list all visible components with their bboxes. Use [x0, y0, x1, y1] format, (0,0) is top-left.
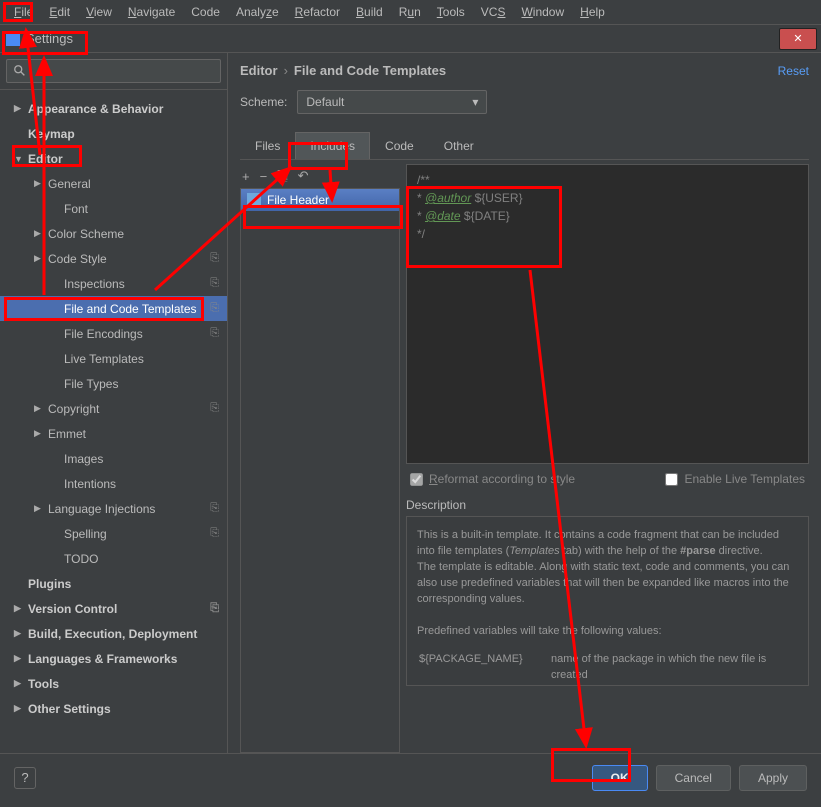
description-box: This is a built-in template. It contains… — [406, 516, 809, 686]
tab-includes[interactable]: Includes — [295, 132, 370, 159]
reset-link[interactable]: Reset — [778, 64, 809, 78]
list-item[interactable]: File Header — [241, 189, 399, 211]
add-button[interactable]: + — [242, 169, 250, 184]
tree-item[interactable]: ▶Emmet — [0, 421, 227, 446]
app-icon — [6, 32, 20, 46]
revert-button[interactable]: ↶ — [298, 168, 309, 184]
tree-item[interactable]: ▶Color Scheme — [0, 221, 227, 246]
settings-content: Editor›File and Code Templates Reset Sch… — [228, 53, 821, 753]
tab-files[interactable]: Files — [240, 132, 295, 159]
remove-button[interactable]: − — [260, 169, 268, 184]
tree-item[interactable]: ▶General — [0, 171, 227, 196]
tree-item[interactable]: Keymap — [0, 121, 227, 146]
tree-item[interactable]: Plugins — [0, 571, 227, 596]
tree-item[interactable]: Images — [0, 446, 227, 471]
tab-other[interactable]: Other — [429, 132, 489, 159]
menu-help[interactable]: Help — [572, 1, 613, 23]
tree-item[interactable]: Intentions — [0, 471, 227, 496]
copy-button[interactable]: ⎘ — [277, 168, 287, 184]
tree-item[interactable]: ▶Code Style⎘ — [0, 246, 227, 271]
tree-item[interactable]: ▶Version Control⎘ — [0, 596, 227, 621]
copy-icon: ⎘ — [210, 327, 219, 340]
copy-icon: ⎘ — [210, 527, 219, 540]
menu-code[interactable]: Code — [183, 1, 228, 23]
menu-window[interactable]: Window — [513, 1, 572, 23]
menu-build[interactable]: Build — [348, 1, 391, 23]
scheme-select[interactable]: Default▾ — [297, 90, 487, 114]
tree-item[interactable]: ▶Build, Execution, Deployment — [0, 621, 227, 646]
tree-item[interactable]: File and Code Templates⎘ — [0, 296, 227, 321]
close-button[interactable]: ✕ — [779, 28, 817, 50]
copy-icon: ⎘ — [210, 502, 219, 515]
dialog-footer: ? OK Cancel Apply — [0, 753, 821, 801]
menu-vcs[interactable]: VCS — [473, 1, 514, 23]
copy-icon: ⎘ — [210, 277, 219, 290]
tree-item[interactable]: ▶Languages & Frameworks — [0, 646, 227, 671]
tree-item[interactable]: ▶Appearance & Behavior — [0, 96, 227, 121]
tree-item[interactable]: TODO — [0, 546, 227, 571]
settings-sidebar: ▶Appearance & BehaviorKeymap▼Editor▶Gene… — [0, 53, 228, 753]
reformat-checkbox[interactable]: Reformat according to style — [410, 472, 575, 486]
menu-run[interactable]: Run — [391, 1, 429, 23]
menu-file[interactable]: File — [6, 1, 41, 23]
template-list[interactable]: File Header — [240, 188, 400, 753]
live-templates-checkbox[interactable]: Enable Live Templates — [665, 472, 805, 486]
tree-item[interactable]: ▶Copyright⎘ — [0, 396, 227, 421]
menu-analyze[interactable]: Analyze — [228, 1, 287, 23]
tree-item[interactable]: ▶Language Injections⎘ — [0, 496, 227, 521]
tree-item[interactable]: File Encodings⎘ — [0, 321, 227, 346]
copy-icon: ⎘ — [210, 602, 219, 615]
template-tabs: FilesIncludesCodeOther — [240, 132, 809, 160]
description-label: Description — [406, 498, 809, 512]
copy-icon: ⎘ — [210, 402, 219, 415]
scheme-label: Scheme: — [240, 95, 287, 109]
tree-item[interactable]: ▶Other Settings — [0, 696, 227, 721]
copy-icon: ⎘ — [210, 302, 219, 315]
tree-item[interactable]: ▼Editor — [0, 146, 227, 171]
tab-code[interactable]: Code — [370, 132, 429, 159]
tree-item[interactable]: Spelling⎘ — [0, 521, 227, 546]
tree-item[interactable]: ▶Tools — [0, 671, 227, 696]
settings-tree[interactable]: ▶Appearance & BehaviorKeymap▼Editor▶Gene… — [0, 90, 227, 753]
menu-tools[interactable]: Tools — [429, 1, 473, 23]
menu-edit[interactable]: Edit — [41, 1, 78, 23]
list-toolbar: + − ⎘ ↶ — [240, 164, 400, 188]
titlebar: Settings ✕ — [0, 25, 821, 53]
window-title: Settings — [26, 31, 73, 46]
template-editor[interactable]: /** * @author ${USER} * @date ${DATE} */ — [406, 164, 809, 464]
tree-item[interactable]: Live Templates — [0, 346, 227, 371]
cancel-button[interactable]: Cancel — [656, 765, 731, 791]
tree-item[interactable]: File Types — [0, 371, 227, 396]
menu-refactor[interactable]: Refactor — [287, 1, 348, 23]
apply-button[interactable]: Apply — [739, 765, 807, 791]
breadcrumb: Editor›File and Code Templates — [240, 63, 446, 78]
menu-navigate[interactable]: Navigate — [120, 1, 183, 23]
search-icon — [13, 64, 27, 78]
help-button[interactable]: ? — [14, 767, 36, 789]
file-icon — [247, 193, 261, 207]
chevron-down-icon: ▾ — [472, 95, 478, 109]
menu-view[interactable]: View — [78, 1, 120, 23]
ok-button[interactable]: OK — [592, 765, 648, 791]
tree-item[interactable]: Font — [0, 196, 227, 221]
tree-item[interactable]: Inspections⎘ — [0, 271, 227, 296]
menubar: File Edit View Navigate Code Analyze Ref… — [0, 0, 821, 25]
search-input[interactable] — [6, 59, 221, 83]
copy-icon: ⎘ — [210, 252, 219, 265]
